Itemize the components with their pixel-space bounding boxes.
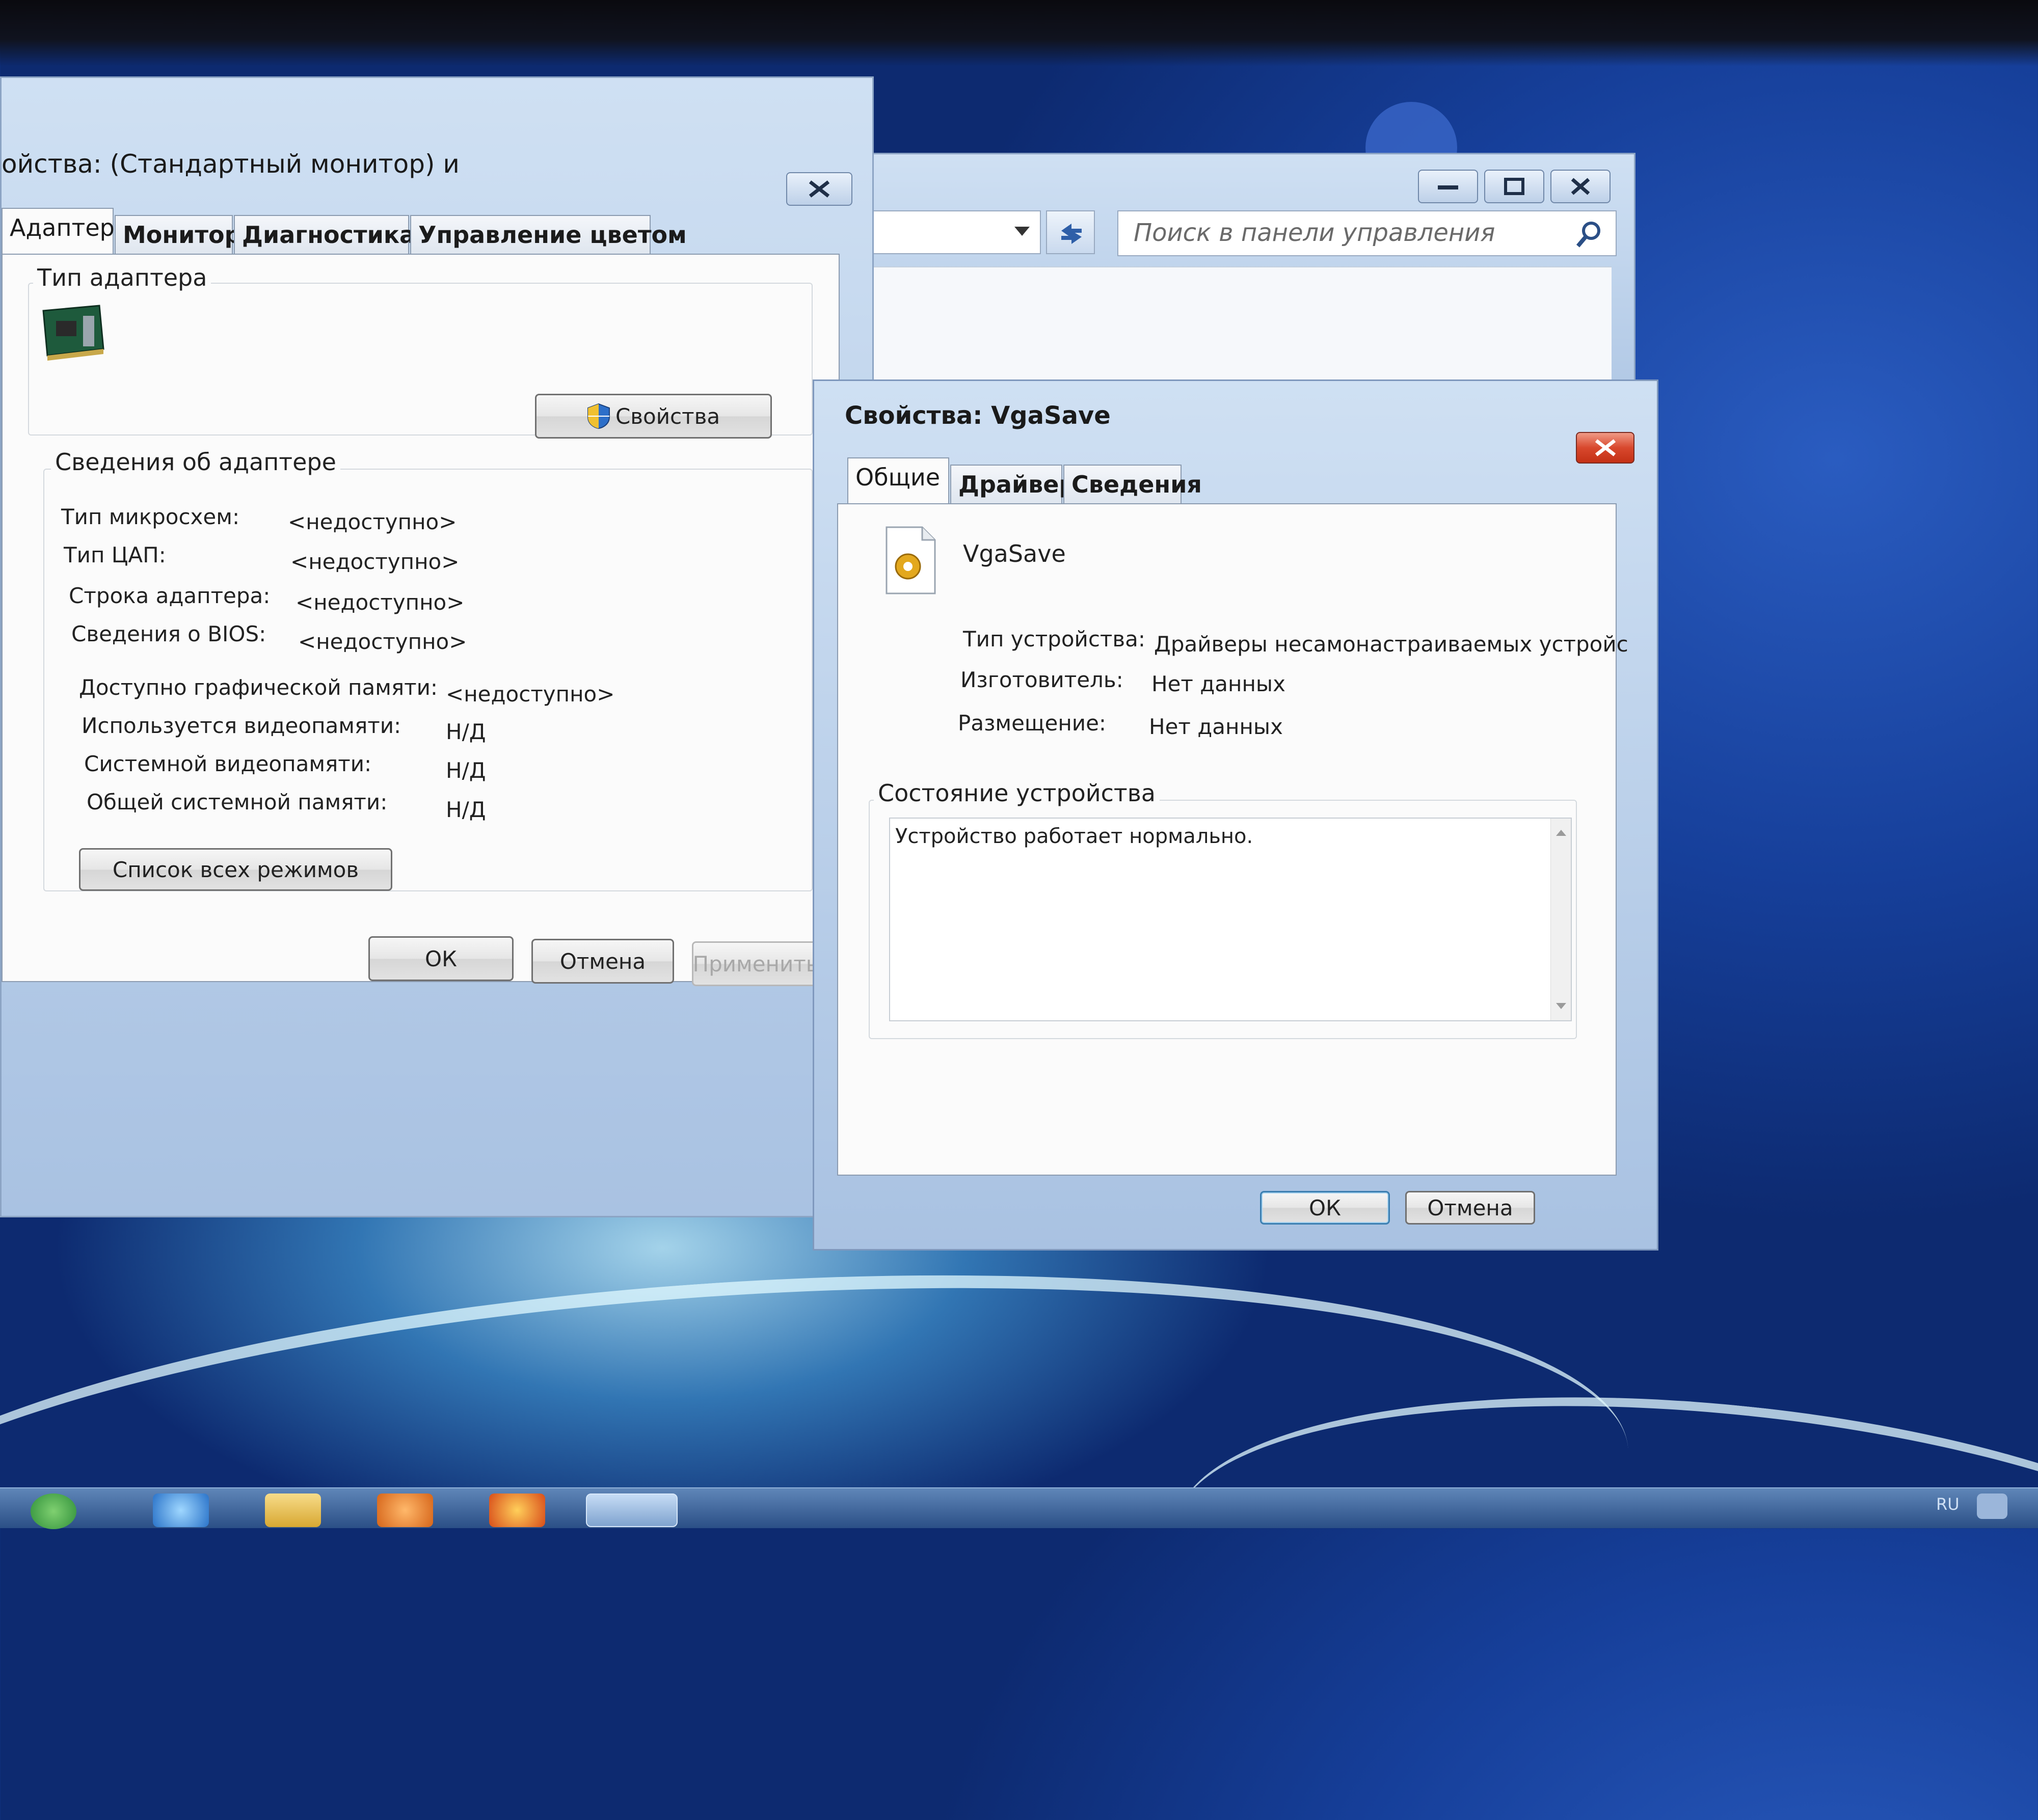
tab-general[interactable]: Общие	[847, 457, 949, 504]
bios-info-label: Сведения о BIOS:	[71, 621, 266, 646]
tab-bar: Общие Драйвер Сведения	[847, 457, 1612, 504]
maximize-icon	[1504, 178, 1524, 195]
shared-system-memory-label: Общей системной памяти:	[87, 790, 388, 814]
vgasave-properties-window[interactable]: Свойства: VgaSave Общие Драйвер Сведения…	[813, 379, 1658, 1251]
monitor-bezel	[0, 0, 2038, 66]
device-type-label: Тип устройства:	[963, 627, 1146, 651]
close-button[interactable]	[786, 172, 852, 206]
close-icon	[1595, 439, 1616, 456]
tab-monitor[interactable]: Монитор	[115, 215, 242, 254]
system-video-memory-value: Н/Д	[446, 758, 486, 783]
refresh-button[interactable]	[1046, 210, 1095, 254]
tab-diagnostics[interactable]: Диагностика	[234, 215, 415, 254]
adapter-tab-panel: Тип адаптера Свойства Сведения об адапте…	[2, 254, 840, 982]
scroll-up-icon	[1556, 830, 1566, 836]
tab-adapter[interactable]: Адаптер	[2, 208, 115, 255]
search-icon	[1576, 222, 1600, 248]
status-scrollbar[interactable]	[1550, 819, 1571, 1020]
search-input[interactable]: Поиск в панели управления	[1117, 210, 1617, 256]
device-type-value: Драйверы несамонастраиваемых устройс	[1154, 632, 1628, 657]
available-graphics-memory-label: Доступно графической памяти:	[79, 675, 438, 700]
list-all-modes-button[interactable]: Список всех режимов	[79, 848, 392, 891]
window-title: Свойства: VgaSave	[845, 401, 1111, 430]
taskbar: RU	[0, 1487, 2038, 1529]
device-status-text: Устройство работает нормально.	[895, 825, 1253, 848]
adapter-properties-window[interactable]: ойства: (Стандартный монитор) и Адаптер …	[0, 76, 874, 1217]
close-button[interactable]	[1550, 170, 1611, 203]
tab-details[interactable]: Сведения	[1063, 465, 1202, 503]
maximize-button[interactable]	[1484, 170, 1544, 203]
adapter-info-label: Сведения об адаптере	[51, 448, 340, 476]
bios-info-value: <недоступно>	[298, 629, 467, 654]
tab-bar: Адаптер Монитор Диагностика Управление ц…	[2, 208, 875, 255]
language-indicator[interactable]: RU	[1936, 1495, 1960, 1514]
apply-button[interactable]: Применить	[692, 941, 819, 986]
chip-type-label: Тип микросхем:	[61, 504, 240, 529]
device-gear-icon	[886, 526, 936, 594]
close-icon	[1571, 178, 1590, 195]
adapter-string-label: Строка адаптера:	[69, 583, 271, 608]
ie-icon[interactable]	[153, 1493, 209, 1527]
minimize-button[interactable]	[1418, 170, 1478, 203]
scroll-down-icon	[1556, 1003, 1566, 1009]
manufacturer-label: Изготовитель:	[960, 667, 1123, 692]
shared-system-memory-value: Н/Д	[446, 797, 486, 822]
manufacturer-value: Нет данных	[1151, 671, 1285, 696]
general-tab-panel: VgaSave Тип устройства: Драйверы несамон…	[837, 503, 1628, 1176]
device-status-textbox[interactable]: Устройство работает нормально.	[889, 818, 1572, 1021]
tab-driver[interactable]: Драйвер	[950, 465, 1076, 503]
video-card-icon	[42, 305, 104, 361]
available-graphics-memory-value: <недоступно>	[446, 682, 615, 707]
adapter-properties-button[interactable]: Свойства	[535, 394, 772, 439]
ok-button[interactable]: ОК	[368, 936, 514, 981]
tab-color-management[interactable]: Управление цветом	[410, 215, 687, 254]
folder-icon[interactable]	[265, 1493, 321, 1527]
close-icon	[809, 180, 830, 198]
minimize-icon	[1438, 185, 1458, 189]
cancel-button[interactable]: Отмена	[1405, 1191, 1535, 1225]
window-title: ойства: (Стандартный монитор) и	[2, 149, 460, 179]
ok-button[interactable]: ОК	[1260, 1191, 1390, 1225]
firefox-icon[interactable]	[489, 1493, 545, 1527]
adapter-type-label: Тип адаптера	[33, 264, 211, 291]
dedicated-video-memory-value: Н/Д	[446, 719, 486, 744]
chevron-down-icon	[1014, 227, 1030, 236]
control-panel-task-icon[interactable]	[586, 1493, 678, 1527]
system-video-memory-label: Системной видеопамяти:	[84, 751, 372, 776]
start-button-icon[interactable]	[31, 1493, 76, 1529]
tray-network-icon[interactable]	[1977, 1493, 2007, 1519]
adapter-properties-label: Свойства	[615, 403, 720, 429]
media-player-icon[interactable]	[377, 1493, 433, 1527]
dac-type-label: Тип ЦАП:	[64, 542, 166, 567]
device-name: VgaSave	[963, 540, 1066, 567]
adapter-string-value: <недоступно>	[296, 590, 465, 615]
device-status-label: Состояние устройства	[874, 779, 1160, 807]
location-value: Нет данных	[1149, 714, 1283, 739]
shield-icon	[587, 403, 610, 429]
dedicated-video-memory-label: Используется видеопамяти:	[82, 713, 401, 738]
location-label: Размещение:	[958, 711, 1107, 736]
cancel-button[interactable]: Отмена	[531, 939, 674, 984]
refresh-icon	[1061, 224, 1082, 244]
chip-type-value: <недоступно>	[288, 509, 457, 534]
dac-type-value: <недоступно>	[290, 549, 460, 574]
